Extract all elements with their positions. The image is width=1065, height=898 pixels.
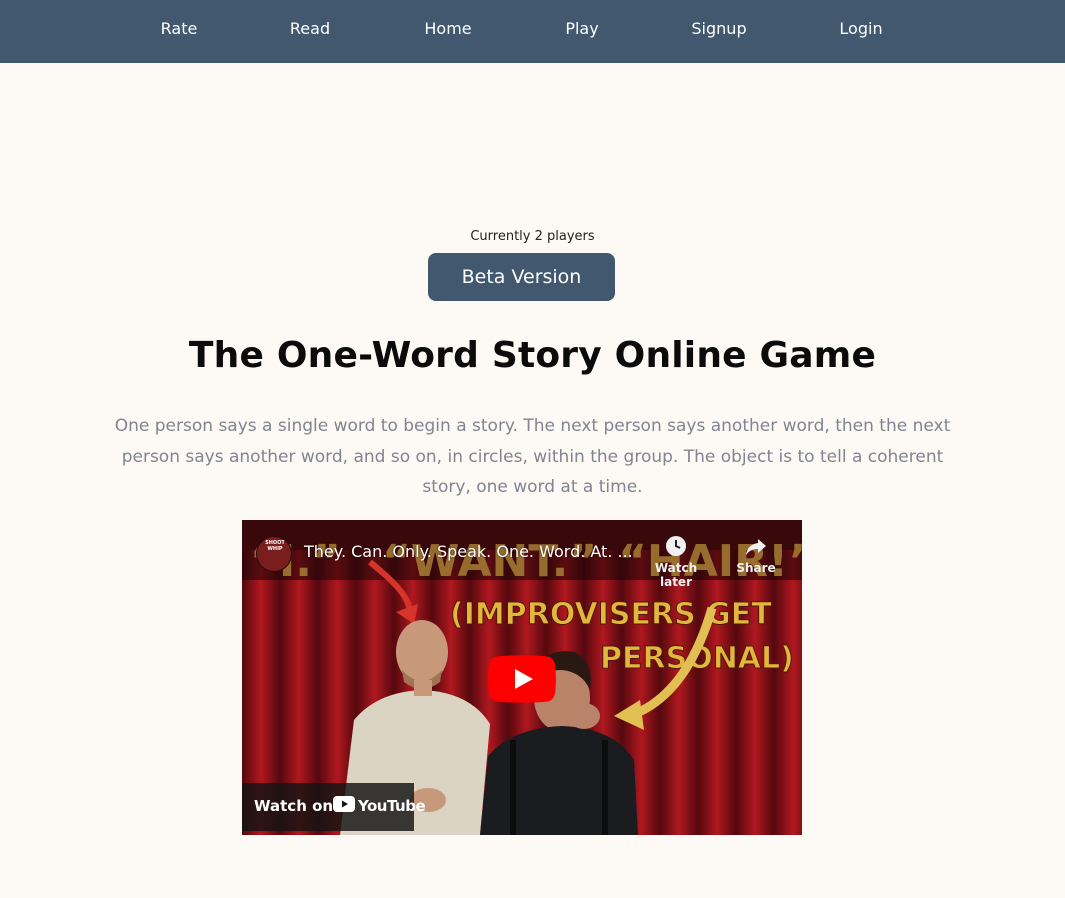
video-title[interactable]: They. Can. Only. Speak. One. Word. At. .… — [304, 542, 633, 561]
player-count: Currently 2 players — [470, 229, 595, 244]
share-label: Share — [736, 561, 776, 575]
watch-on-youtube-button[interactable]: Watch on YouTube — [242, 783, 426, 831]
watch-on-label: Watch on — [254, 797, 334, 815]
share-button[interactable]: Share — [730, 534, 782, 575]
nav-link-rate[interactable]: Rate — [161, 18, 198, 40]
share-icon — [746, 539, 766, 555]
beta-version-button[interactable]: Beta Version — [428, 253, 615, 301]
youtube-play-icon[interactable] — [488, 655, 556, 703]
game-description: One person says a single word to begin a… — [114, 416, 951, 497]
nav-link-signup[interactable]: Signup — [691, 18, 746, 40]
channel-avatar-label: SHOOT WHIP — [265, 540, 285, 552]
channel-avatar[interactable]: SHOOT WHIP — [256, 536, 292, 572]
nav-link-home[interactable]: Home — [424, 18, 471, 40]
youtube-video-embed[interactable]: “I.” “WANT.” “HAIR!” (IMPROVISERS GET PE… — [242, 520, 802, 835]
page-title: The One-Word Story Online Game — [188, 335, 877, 376]
nav-link-login[interactable]: Login — [839, 18, 882, 40]
clock-icon — [666, 536, 686, 556]
nav-link-play[interactable]: Play — [565, 18, 598, 40]
watch-later-label: Watch later — [654, 561, 698, 589]
top-navbar: Rate Read Home Play Signup Login — [0, 0, 1065, 63]
youtube-wordmark: YouTube — [358, 797, 426, 815]
youtube-logo-icon — [333, 796, 355, 812]
nav-link-read[interactable]: Read — [290, 18, 330, 40]
watch-later-button[interactable]: Watch later — [638, 534, 714, 589]
